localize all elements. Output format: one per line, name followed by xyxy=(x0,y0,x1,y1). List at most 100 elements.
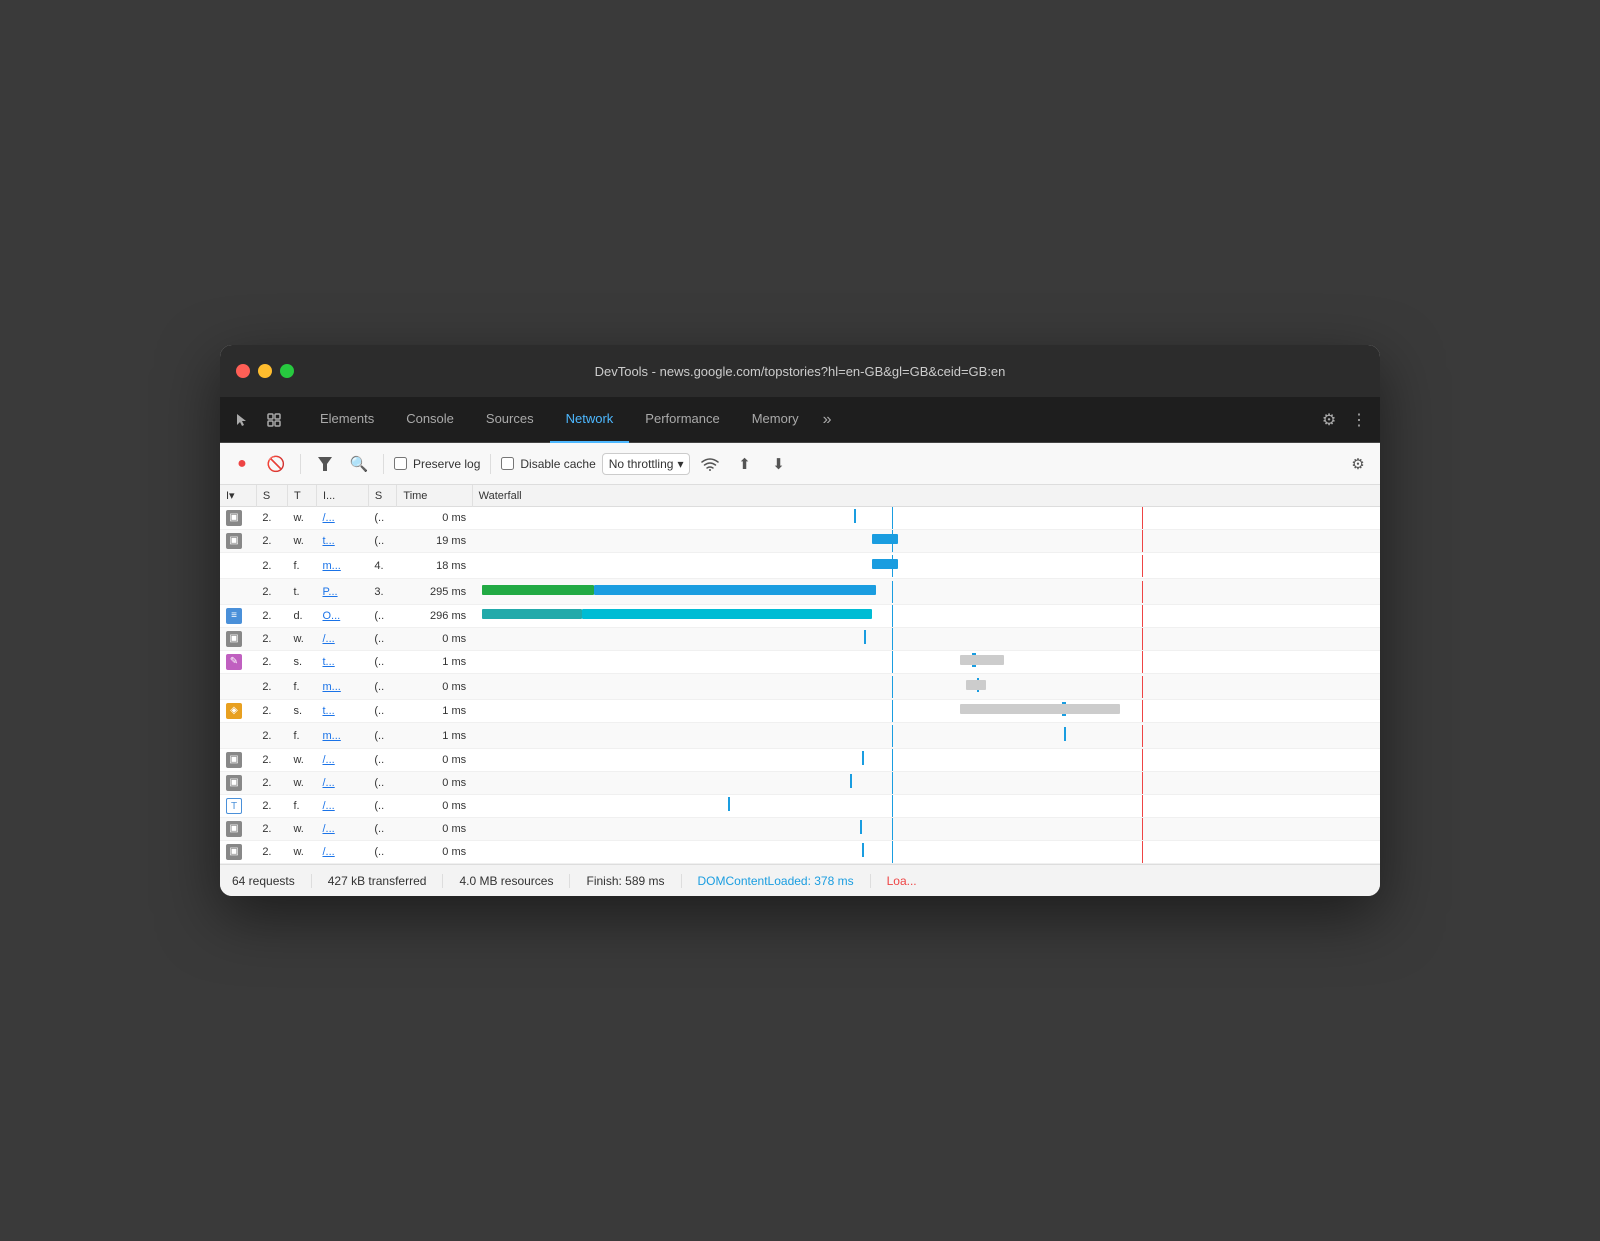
row-status: 2. xyxy=(256,772,287,795)
row-type: w. xyxy=(287,772,316,795)
search-icon[interactable]: 🔍 xyxy=(345,450,373,478)
maximize-button[interactable] xyxy=(280,364,294,378)
row-status: 2. xyxy=(256,818,287,841)
col-type[interactable]: T xyxy=(287,485,316,507)
close-button[interactable] xyxy=(236,364,250,378)
row-size: (.. xyxy=(368,605,397,628)
tabs-bar: Elements Console Sources Network Perform… xyxy=(220,397,1380,443)
row-type: w. xyxy=(287,818,316,841)
tab-performance[interactable]: Performance xyxy=(629,397,735,443)
row-status: 2. xyxy=(256,674,287,700)
disable-cache-checkbox[interactable] xyxy=(501,457,514,470)
tab-memory[interactable]: Memory xyxy=(736,397,815,443)
more-tabs-button[interactable]: » xyxy=(815,411,840,429)
table-row: ▣2.w./...(..0 ms xyxy=(220,841,1380,864)
upload-icon[interactable]: ⬆ xyxy=(730,450,758,478)
col-time[interactable]: Time xyxy=(397,485,472,507)
row-initiator: /... xyxy=(316,628,368,651)
table-row: ▣2.w./...(..0 ms xyxy=(220,818,1380,841)
main-tabs: Elements Console Sources Network Perform… xyxy=(304,397,1316,443)
row-size: (.. xyxy=(368,700,397,723)
inspect-icon[interactable] xyxy=(260,406,288,434)
col-size[interactable]: S xyxy=(368,485,397,507)
row-size: (.. xyxy=(368,507,397,530)
row-status: 2. xyxy=(256,530,287,553)
network-table-container: I▾ S T I... S Time Waterfall ▣2.w./...(.… xyxy=(220,485,1380,864)
row-size: (.. xyxy=(368,841,397,864)
row-icon: ▣ xyxy=(220,841,256,864)
col-filter[interactable]: I▾ xyxy=(220,485,256,507)
transferred-size: 427 kB transferred xyxy=(312,874,444,888)
disable-cache-label[interactable]: Disable cache xyxy=(501,457,595,471)
minimize-button[interactable] xyxy=(258,364,272,378)
row-initiator: m... xyxy=(316,674,368,700)
tab-console[interactable]: Console xyxy=(390,397,470,443)
row-waterfall xyxy=(472,841,1380,864)
table-row: ▣2.w.t...(..19 ms xyxy=(220,530,1380,553)
row-initiator: /... xyxy=(316,772,368,795)
row-initiator: m... xyxy=(316,723,368,749)
row-waterfall xyxy=(472,700,1380,723)
row-initiator: /... xyxy=(316,749,368,772)
row-status: 2. xyxy=(256,553,287,579)
throttle-select[interactable]: No throttling ▾ xyxy=(602,453,691,475)
more-options-icon[interactable]: ⋮ xyxy=(1346,407,1372,433)
wifi-icon[interactable] xyxy=(696,450,724,478)
row-size: (.. xyxy=(368,628,397,651)
row-type: w. xyxy=(287,628,316,651)
row-waterfall xyxy=(472,651,1380,674)
table-row: ✎2.s.t...(..1 ms xyxy=(220,651,1380,674)
row-time: 295 ms xyxy=(397,579,472,605)
row-initiator: m... xyxy=(316,553,368,579)
row-status: 2. xyxy=(256,605,287,628)
col-waterfall[interactable]: Waterfall xyxy=(472,485,1380,507)
table-row: T2.f./...(..0 ms xyxy=(220,795,1380,818)
devtools-window: DevTools - news.google.com/topstories?hl… xyxy=(220,345,1380,896)
row-initiator: t... xyxy=(316,530,368,553)
row-initiator: /... xyxy=(316,841,368,864)
toolbar-divider-1 xyxy=(300,454,301,474)
row-type: s. xyxy=(287,651,316,674)
clear-button[interactable]: 🚫 xyxy=(262,450,290,478)
row-type: w. xyxy=(287,841,316,864)
row-time: 18 ms xyxy=(397,553,472,579)
row-time: 296 ms xyxy=(397,605,472,628)
row-initiator: t... xyxy=(316,651,368,674)
table-row: 2.f.m...4.18 ms xyxy=(220,553,1380,579)
preserve-log-label[interactable]: Preserve log xyxy=(394,457,480,471)
tab-sources[interactable]: Sources xyxy=(470,397,550,443)
toolbar-divider-2 xyxy=(383,454,384,474)
row-waterfall xyxy=(472,579,1380,605)
record-button[interactable]: ● xyxy=(228,450,256,478)
table-row: ▣2.w./...(..0 ms xyxy=(220,749,1380,772)
network-settings-icon[interactable]: ⚙ xyxy=(1344,450,1372,478)
table-row: ▣2.w./...(..0 ms xyxy=(220,772,1380,795)
row-icon: ✎ xyxy=(220,651,256,674)
row-size: (.. xyxy=(368,818,397,841)
tab-elements[interactable]: Elements xyxy=(304,397,390,443)
settings-gear-icon[interactable]: ⚙ xyxy=(1316,407,1342,433)
col-status[interactable]: S xyxy=(256,485,287,507)
row-status: 2. xyxy=(256,841,287,864)
table-row: ◈2.s.t...(..1 ms xyxy=(220,700,1380,723)
download-icon[interactable]: ⬇ xyxy=(764,450,792,478)
table-header-row: I▾ S T I... S Time Waterfall xyxy=(220,485,1380,507)
finish-time: Finish: 589 ms xyxy=(570,874,681,888)
status-bar: 64 requests 427 kB transferred 4.0 MB re… xyxy=(220,864,1380,896)
filter-icon[interactable] xyxy=(311,450,339,478)
row-icon xyxy=(220,674,256,700)
row-initiator: P... xyxy=(316,579,368,605)
row-waterfall xyxy=(472,628,1380,651)
row-type: f. xyxy=(287,674,316,700)
row-status: 2. xyxy=(256,723,287,749)
tab-network[interactable]: Network xyxy=(550,397,630,443)
load-time: Loa... xyxy=(871,874,933,888)
row-icon: ▣ xyxy=(220,772,256,795)
row-icon: ◈ xyxy=(220,700,256,723)
table-row: 2.f.m...(..1 ms xyxy=(220,723,1380,749)
preserve-log-checkbox[interactable] xyxy=(394,457,407,470)
table-row: ≡2.d.O...(..296 ms xyxy=(220,605,1380,628)
cursor-icon[interactable] xyxy=(228,406,256,434)
row-time: 0 ms xyxy=(397,795,472,818)
col-initiator[interactable]: I... xyxy=(316,485,368,507)
